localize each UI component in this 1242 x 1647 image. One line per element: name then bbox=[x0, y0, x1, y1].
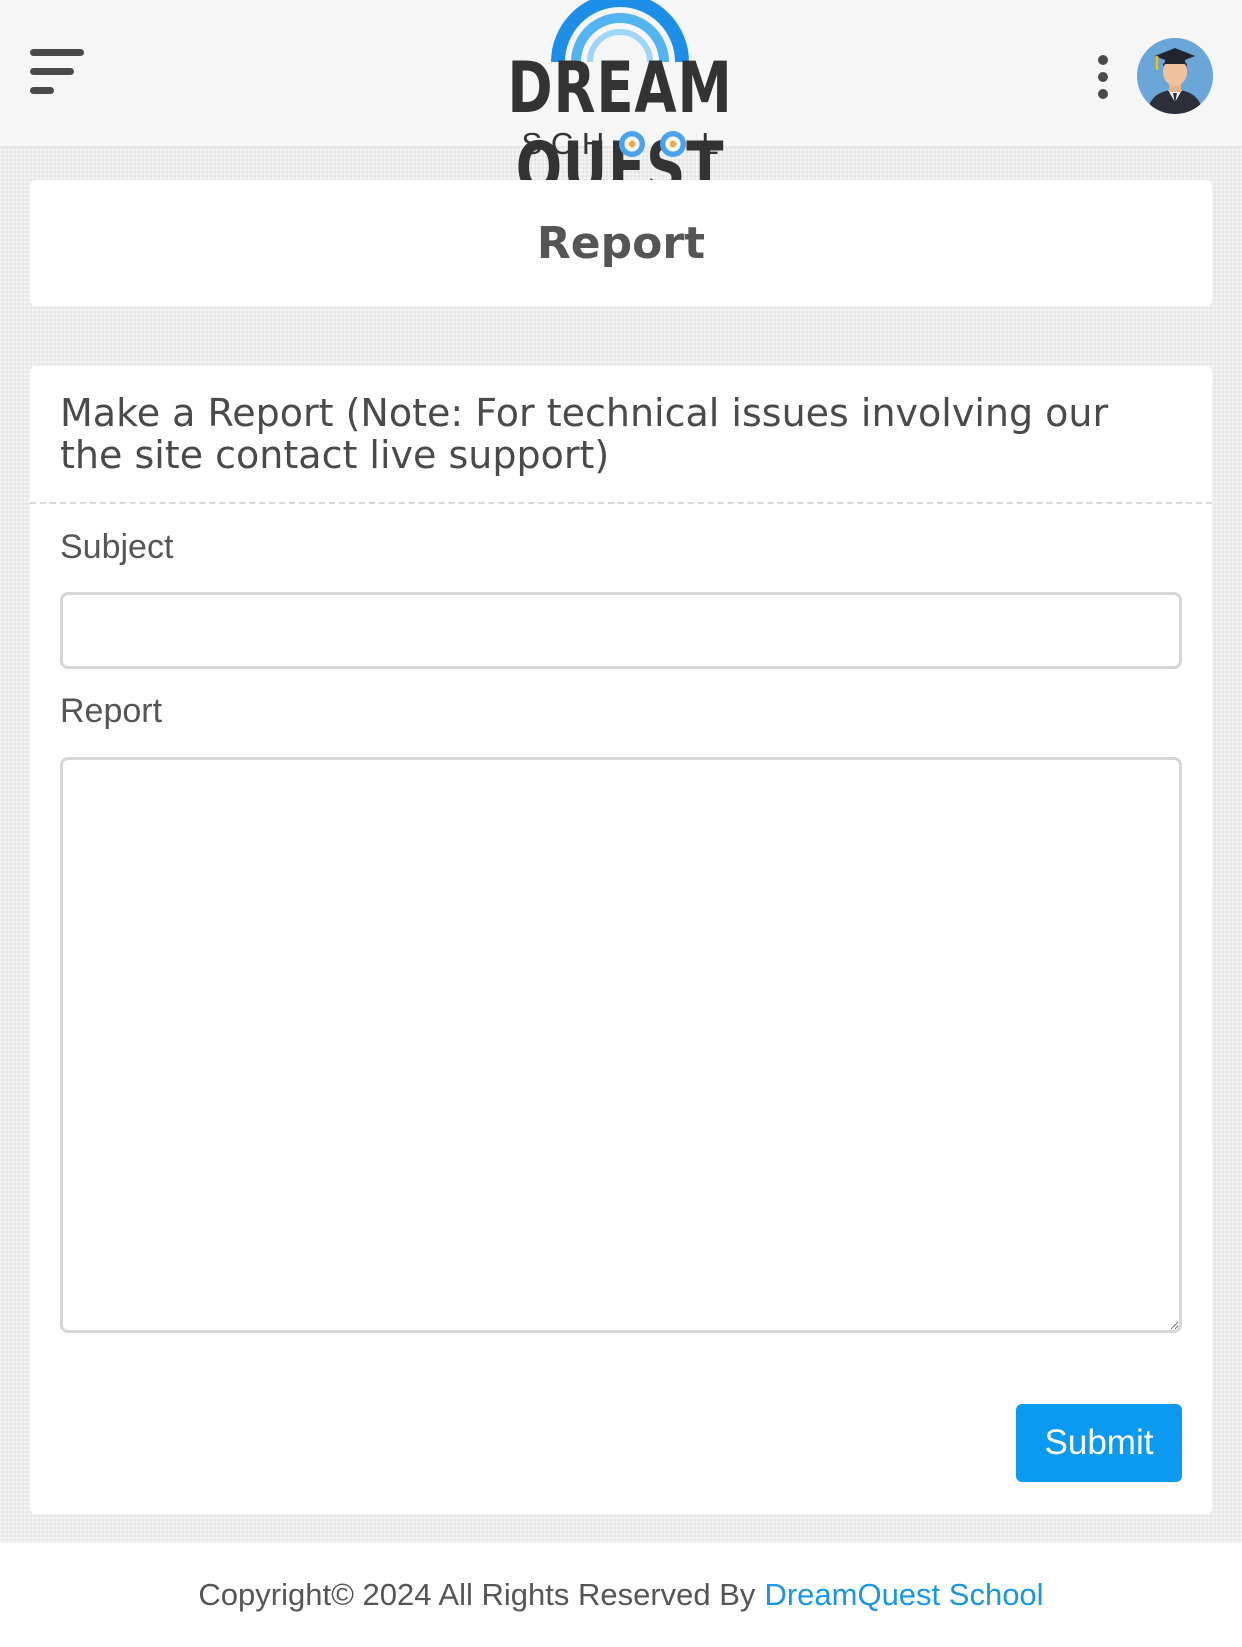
report-form-card: Make a Report (Note: For technical issue… bbox=[30, 366, 1212, 1514]
form-heading: Make a Report (Note: For technical issue… bbox=[60, 391, 1109, 477]
subject-label: Subject bbox=[60, 528, 174, 566]
footer-school-link[interactable]: DreamQuest School bbox=[764, 1577, 1043, 1613]
page-title-card: Report bbox=[30, 180, 1212, 306]
logo-subtitle-right: L bbox=[701, 126, 719, 161]
book-o-icon bbox=[660, 131, 687, 157]
subject-input[interactable] bbox=[60, 592, 1182, 669]
logo-subtitle-left: S C H bbox=[521, 126, 605, 161]
page-title: Report bbox=[536, 217, 706, 269]
logo-subtitle: S C H L bbox=[430, 126, 810, 162]
dreamquest-logo[interactable]: DREAM QUEST S C H L bbox=[430, 0, 810, 208]
copyright-text: Copyright© 2024 All Rights Reserved By bbox=[198, 1577, 756, 1612]
kebab-menu-icon[interactable] bbox=[1094, 55, 1112, 99]
heading-divider bbox=[30, 502, 1212, 504]
book-o-icon bbox=[619, 131, 646, 157]
hamburger-menu-icon[interactable] bbox=[30, 49, 84, 95]
user-avatar[interactable] bbox=[1137, 38, 1213, 114]
submit-button[interactable]: Submit bbox=[1016, 1404, 1182, 1482]
top-header: DREAM QUEST S C H L bbox=[0, 0, 1242, 208]
report-label: Report bbox=[60, 692, 163, 730]
report-textarea[interactable] bbox=[60, 757, 1182, 1333]
graduate-avatar-icon bbox=[1137, 38, 1213, 114]
footer: Copyright© 2024 All Rights Reserved By D… bbox=[0, 1543, 1242, 1647]
